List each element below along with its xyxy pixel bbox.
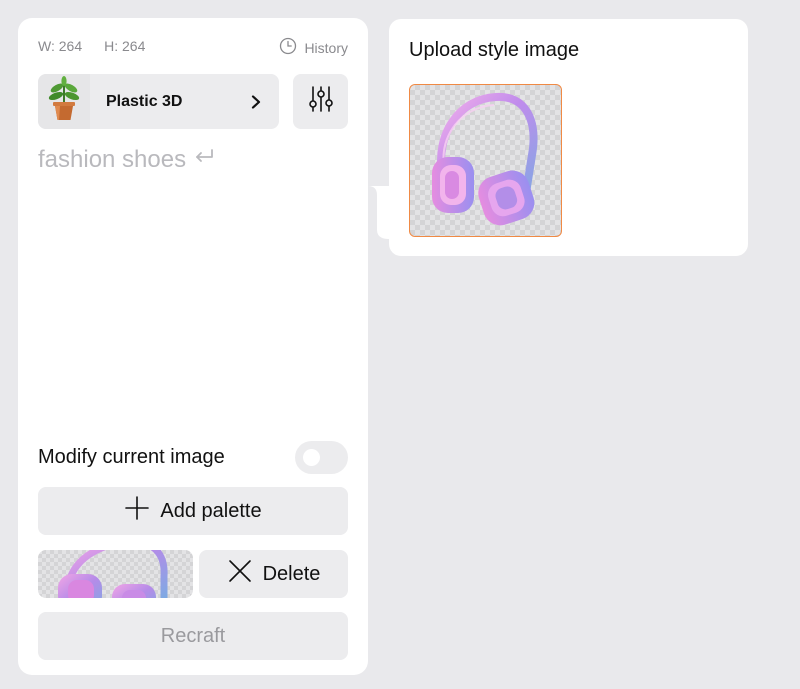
clock-icon	[279, 37, 297, 58]
modify-current-image-label: Modify current image	[38, 445, 225, 468]
settings-button[interactable]	[293, 74, 348, 129]
delete-label: Delete	[262, 562, 321, 585]
modify-toggle[interactable]	[295, 440, 348, 474]
plus-icon	[124, 495, 150, 527]
chevron-right-icon	[243, 94, 269, 109]
prompt-input[interactable]: fashion shoes	[38, 146, 216, 174]
recraft-label: Recraft	[160, 624, 226, 647]
style-name: Plastic 3D	[106, 92, 183, 110]
headphones-thumbnail-image	[58, 550, 168, 598]
prompt-text: fashion shoes	[38, 146, 187, 173]
add-palette-label: Add palette	[160, 499, 262, 522]
return-arrow-icon	[192, 146, 216, 174]
image-dimensions: W: 264 H: 264	[38, 38, 145, 54]
generation-panel: W: 264 H: 264 History Plastic 3D fashion…	[18, 18, 368, 675]
modify-current-image-row: Modify current image	[38, 438, 348, 476]
style-image-preview[interactable]	[409, 84, 562, 237]
add-palette-button[interactable]: Add palette	[38, 487, 348, 535]
style-selector[interactable]: Plastic 3D	[38, 74, 279, 129]
width-label: W: 264	[38, 38, 83, 54]
palette-image-thumbnail[interactable]	[38, 550, 193, 598]
upload-style-card: Upload style image	[389, 19, 748, 256]
close-icon	[227, 558, 253, 590]
upload-style-title: Upload style image	[409, 39, 580, 61]
headphones-image	[432, 92, 538, 226]
panel-connector	[368, 186, 389, 239]
delete-button[interactable]: Delete	[199, 550, 348, 598]
sliders-icon	[308, 85, 334, 118]
toggle-knob	[303, 448, 320, 466]
height-label: H: 264	[104, 38, 146, 54]
potted-plant-icon	[46, 76, 82, 127]
history-label: History	[304, 39, 348, 56]
style-thumbnail	[38, 74, 90, 129]
recraft-button[interactable]: Recraft	[38, 612, 348, 660]
history-button[interactable]: History	[279, 37, 348, 58]
